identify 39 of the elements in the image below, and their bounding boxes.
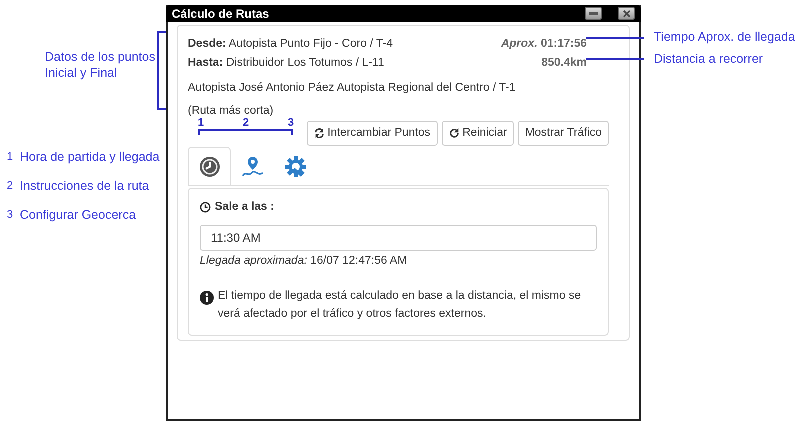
traffic-button[interactable]: Mostrar Tráfico	[518, 121, 609, 146]
legend-text: Configurar Geocerca	[20, 207, 136, 224]
legend-text: Hora de partida y llegada	[20, 149, 160, 166]
annotation-text: Distancia a recorrer	[654, 51, 764, 68]
window-title: Cálculo de Rutas	[172, 6, 270, 22]
reload-icon	[448, 128, 460, 140]
reset-button[interactable]: Reiniciar	[442, 121, 514, 146]
tab-number: 2	[243, 116, 250, 131]
origin-text: Desde: Autopista Punto Fijo - Coro / T-4	[188, 37, 393, 52]
field-label: Sale a las :	[215, 200, 274, 216]
tab[interactable]	[188, 147, 231, 186]
legend-number: 1	[7, 150, 14, 165]
map-pin-icon	[240, 156, 264, 178]
road-text: Autopista José Antonio Páez Autopista Regional del Centro / T-1	[188, 80, 517, 96]
legend-text: Instrucciones de la ruta	[20, 178, 150, 195]
minimize-button[interactable]	[585, 7, 602, 20]
arrival-text: Llegada aproximada: 16/07 12:47:56 AM	[200, 254, 408, 268]
close-icon	[622, 10, 630, 18]
annotation-text: Datos de los puntos Inicial y Final	[45, 49, 156, 81]
leader-line	[586, 37, 644, 39]
tab-number: 3	[288, 116, 294, 131]
eta-text: Aprox. 01:17:56	[501, 37, 587, 52]
clock-icon	[198, 156, 220, 178]
info-text: El tiempo de llegada está calculado en base a la distancia, el mismo se verá afectado por el tráfico y otros factores externos.	[218, 288, 582, 322]
legend-number: 3	[7, 208, 14, 223]
info-icon	[200, 290, 214, 305]
legend-number: 2	[7, 179, 14, 194]
destination-text: Hasta: Distribuidor Los Totumos / L-11	[188, 56, 384, 72]
minimize-icon	[589, 12, 598, 15]
route-note: (Ruta más corta)	[188, 104, 274, 118]
swap-button[interactable]: Intercambiar Puntos	[306, 121, 438, 146]
close-button[interactable]	[618, 7, 635, 20]
distance-text: 850.4km	[542, 56, 587, 72]
tab-number: 1	[198, 116, 204, 131]
swap-icon	[314, 128, 325, 140]
time-field[interactable]: 11:30 AM	[200, 224, 597, 250]
leader-line	[586, 58, 644, 60]
clock-icon	[200, 202, 211, 214]
annotation-text: Tiempo Aprox. de llegada	[654, 29, 796, 46]
